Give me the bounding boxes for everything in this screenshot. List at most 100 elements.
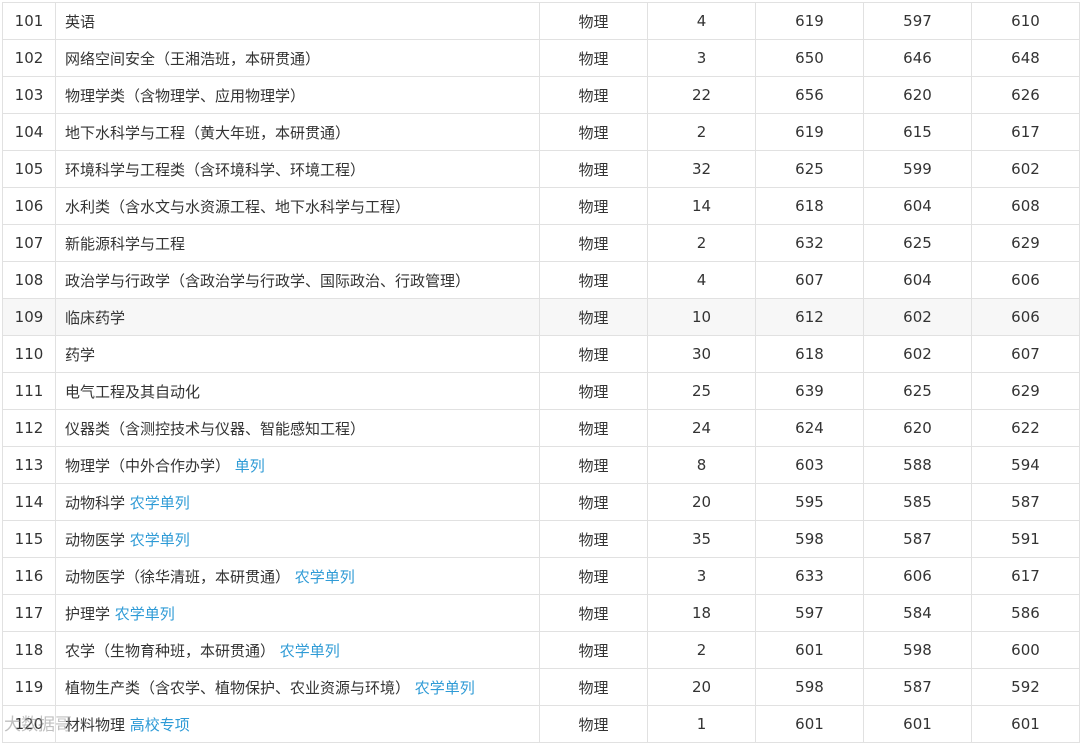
plan-count-cell: 30 xyxy=(647,335,756,373)
table-row: 103 物理学类（含物理学、应用物理学） 物理 22 656 620 626 xyxy=(2,76,1080,114)
subject-cell: 物理 xyxy=(539,631,648,669)
min-score-cell: 587 xyxy=(863,520,972,558)
subject-cell: 物理 xyxy=(539,594,648,632)
max-score-cell: 601 xyxy=(755,705,864,743)
table-row: 115 动物医学 农学单列 物理 35 598 587 591 xyxy=(2,520,1080,558)
row-number-cell: 107 xyxy=(2,224,56,262)
table-row: 101 英语 物理 4 619 597 610 xyxy=(2,2,1080,40)
subject-cell: 物理 xyxy=(539,298,648,336)
major-name: 临床药学 xyxy=(65,308,126,327)
max-score-cell: 598 xyxy=(755,668,864,706)
table-row: 108 政治学与行政学（含政治学与行政学、国际政治、行政管理） 物理 4 607 604 6… xyxy=(2,261,1080,299)
plan-count-cell: 32 xyxy=(647,150,756,188)
subject-cell: 物理 xyxy=(539,224,648,262)
category-tag: 农学单列 xyxy=(129,493,190,512)
avg-score-cell: 610 xyxy=(971,2,1080,40)
major-name: 农学（生物育种班，本研贯通） xyxy=(65,641,280,660)
avg-score-cell: 629 xyxy=(971,372,1080,410)
table-row: 102 网络空间安全（王湘浩班，本研贯通） 物理 3 650 646 648 xyxy=(2,39,1080,77)
avg-score-cell: 591 xyxy=(971,520,1080,558)
min-score-cell: 599 xyxy=(863,150,972,188)
subject-cell: 物理 xyxy=(539,187,648,225)
min-score-cell: 597 xyxy=(863,2,972,40)
max-score-cell: 624 xyxy=(755,409,864,447)
max-score-cell: 597 xyxy=(755,594,864,632)
row-number-cell: 111 xyxy=(2,372,56,410)
plan-count-cell: 14 xyxy=(647,187,756,225)
max-score-cell: 632 xyxy=(755,224,864,262)
min-score-cell: 606 xyxy=(863,557,972,595)
major-cell: 动物医学（徐华清班，本研贯通） 农学单列 xyxy=(55,557,540,595)
subject-cell: 物理 xyxy=(539,150,648,188)
min-score-cell: 602 xyxy=(863,298,972,336)
major-name: 政治学与行政学（含政治学与行政学、国际政治、行政管理） xyxy=(65,271,471,290)
subject-cell: 物理 xyxy=(539,705,648,743)
table-row: 107 新能源科学与工程 物理 2 632 625 629 xyxy=(2,224,1080,262)
admission-table: 101 英语 物理 4 619 597 610 102 网络空间安全（王湘浩班，本研贯通） 物理 3… xyxy=(2,2,1080,743)
category-tag: 农学单列 xyxy=(114,604,175,623)
table-row: 110 药学 物理 30 618 602 607 xyxy=(2,335,1080,373)
major-cell: 英语 xyxy=(55,2,540,40)
major-name: 地下水科学与工程（黄大年班，本研贯通） xyxy=(65,123,351,142)
major-name: 植物生产类（含农学、植物保护、农业资源与环境） xyxy=(65,678,415,697)
major-cell: 物理学类（含物理学、应用物理学） xyxy=(55,76,540,114)
min-score-cell: 587 xyxy=(863,668,972,706)
table-row: 120 材料物理 高校专项 物理 1 601 601 601 xyxy=(2,705,1080,743)
major-cell: 动物科学 农学单列 xyxy=(55,483,540,521)
row-number-cell: 104 xyxy=(2,113,56,151)
major-cell: 水利类（含水文与水资源工程、地下水科学与工程） xyxy=(55,187,540,225)
category-tag: 农学单列 xyxy=(414,678,475,697)
row-number-cell: 105 xyxy=(2,150,56,188)
table-body: 101 英语 物理 4 619 597 610 102 网络空间安全（王湘浩班，本研贯通） 物理 3… xyxy=(2,2,1080,743)
plan-count-cell: 8 xyxy=(647,446,756,484)
avg-score-cell: 601 xyxy=(971,705,1080,743)
row-number-cell: 106 xyxy=(2,187,56,225)
min-score-cell: 601 xyxy=(863,705,972,743)
avg-score-cell: 607 xyxy=(971,335,1080,373)
subject-cell: 物理 xyxy=(539,483,648,521)
table-row: 112 仪器类（含测控技术与仪器、智能感知工程） 物理 24 624 620 622 xyxy=(2,409,1080,447)
avg-score-cell: 592 xyxy=(971,668,1080,706)
table-row: 111 电气工程及其自动化 物理 25 639 625 629 xyxy=(2,372,1080,410)
row-number-cell: 109 xyxy=(2,298,56,336)
row-number-cell: 117 xyxy=(2,594,56,632)
subject-cell: 物理 xyxy=(539,557,648,595)
table-row: 114 动物科学 农学单列 物理 20 595 585 587 xyxy=(2,483,1080,521)
min-score-cell: 625 xyxy=(863,372,972,410)
plan-count-cell: 20 xyxy=(647,483,756,521)
row-number-cell: 110 xyxy=(2,335,56,373)
plan-count-cell: 18 xyxy=(647,594,756,632)
major-name: 动物医学（徐华清班，本研贯通） xyxy=(65,567,295,586)
row-number-cell: 118 xyxy=(2,631,56,669)
plan-count-cell: 3 xyxy=(647,39,756,77)
max-score-cell: 619 xyxy=(755,2,864,40)
avg-score-cell: 606 xyxy=(971,261,1080,299)
max-score-cell: 618 xyxy=(755,335,864,373)
avg-score-cell: 648 xyxy=(971,39,1080,77)
subject-cell: 物理 xyxy=(539,668,648,706)
major-cell: 动物医学 农学单列 xyxy=(55,520,540,558)
plan-count-cell: 2 xyxy=(647,113,756,151)
plan-count-cell: 22 xyxy=(647,76,756,114)
plan-count-cell: 2 xyxy=(647,224,756,262)
major-cell: 新能源科学与工程 xyxy=(55,224,540,262)
major-cell: 地下水科学与工程（黄大年班，本研贯通） xyxy=(55,113,540,151)
major-cell: 仪器类（含测控技术与仪器、智能感知工程） xyxy=(55,409,540,447)
major-cell: 护理学 农学单列 xyxy=(55,594,540,632)
min-score-cell: 625 xyxy=(863,224,972,262)
major-name: 网络空间安全（王湘浩班，本研贯通） xyxy=(65,49,321,68)
row-number-cell: 114 xyxy=(2,483,56,521)
max-score-cell: 603 xyxy=(755,446,864,484)
major-name: 材料物理 xyxy=(65,715,130,734)
subject-cell: 物理 xyxy=(539,520,648,558)
plan-count-cell: 24 xyxy=(647,409,756,447)
max-score-cell: 612 xyxy=(755,298,864,336)
major-cell: 材料物理 高校专项 xyxy=(55,705,540,743)
avg-score-cell: 608 xyxy=(971,187,1080,225)
max-score-cell: 625 xyxy=(755,150,864,188)
table-row: 109 临床药学 物理 10 612 602 606 xyxy=(2,298,1080,336)
subject-cell: 物理 xyxy=(539,2,648,40)
table-row: 104 地下水科学与工程（黄大年班，本研贯通） 物理 2 619 615 617 xyxy=(2,113,1080,151)
table-row: 116 动物医学（徐华清班，本研贯通） 农学单列 物理 3 633 606 617 xyxy=(2,557,1080,595)
avg-score-cell: 626 xyxy=(971,76,1080,114)
